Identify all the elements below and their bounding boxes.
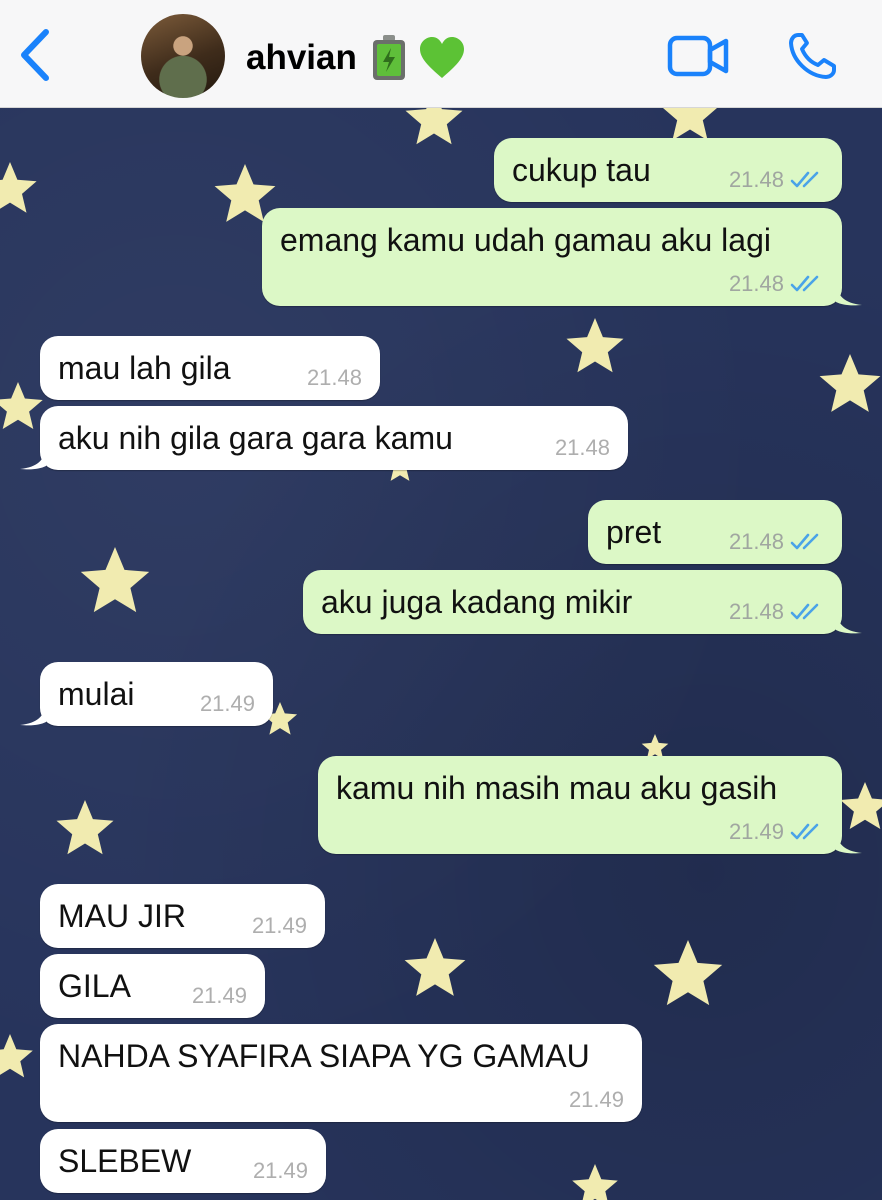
incoming-message-bubble[interactable]: NAHDA SYAFIRA SIAPA YG GAMAU 21.49 [40, 1024, 642, 1122]
chat-header: ahvian [0, 0, 882, 108]
message-timestamp: 21.49 [252, 914, 307, 938]
message-time: 21.48 [554, 435, 610, 460]
outgoing-message-bubble[interactable]: kamu nih masih mau aku gasih 21.49 [318, 756, 862, 854]
message-timestamp: 21.48 [555, 436, 610, 460]
read-receipt-icon [790, 533, 819, 550]
message-timestamp: 21.48 [729, 600, 824, 624]
message-timestamp: 21.48 [729, 272, 824, 296]
star-decoration [0, 1034, 33, 1078]
avatar[interactable] [141, 14, 225, 98]
star-decoration [819, 354, 881, 412]
star-decoration [572, 1164, 618, 1200]
message-time: 21.48 [728, 271, 784, 296]
read-receipt-icon [790, 823, 819, 840]
message-text: aku juga kadang mikir [321, 584, 633, 620]
message-timestamp: 21.48 [307, 366, 362, 390]
star-decoration [405, 108, 463, 145]
bubble-tail [20, 448, 46, 470]
star-decoration [0, 162, 37, 213]
star-decoration [56, 800, 114, 855]
message-time: 21.48 [306, 365, 362, 390]
message-text: cukup tau [512, 152, 651, 188]
voice-call-button[interactable] [784, 30, 840, 82]
video-call-button[interactable] [662, 30, 734, 82]
message-timestamp: 21.49 [729, 820, 824, 844]
message-text: mulai [58, 676, 135, 712]
read-receipt-icon [790, 275, 819, 292]
bubble-tail [836, 832, 862, 854]
incoming-message-bubble[interactable]: GILA 21.49 [40, 954, 265, 1018]
star-decoration [663, 108, 717, 141]
outgoing-message-bubble[interactable]: aku juga kadang mikir 21.48 [303, 570, 862, 634]
star-decoration [653, 940, 723, 1006]
chevron-left-icon [21, 29, 49, 81]
message-time: 21.48 [728, 599, 784, 624]
message-time: 21.48 [728, 167, 784, 192]
message-time: 21.49 [199, 691, 255, 716]
message-text: GILA [58, 968, 131, 1004]
green-heart-icon [420, 37, 464, 78]
bubble-tail [836, 612, 862, 634]
chat-area[interactable]: cukup tau 21.48 emang kamu udah gamau aku … [0, 108, 882, 1200]
message-time: 21.49 [191, 983, 247, 1008]
message-timestamp: 21.48 [729, 530, 824, 554]
incoming-message-bubble[interactable]: mau lah gila 21.48 [40, 336, 380, 400]
bubble-tail [836, 284, 862, 306]
message-timestamp: 21.49 [253, 1159, 308, 1183]
read-receipt-icon [790, 603, 819, 620]
outgoing-message-bubble[interactable]: emang kamu udah gamau aku lagi 21.48 [262, 208, 862, 306]
incoming-message-bubble[interactable]: mulai 21.49 [20, 662, 273, 726]
incoming-message-bubble[interactable]: SLEBEW 21.49 [40, 1129, 326, 1193]
back-button[interactable] [12, 24, 62, 86]
message-text: SLEBEW [58, 1143, 192, 1179]
video-camera-icon [667, 35, 729, 77]
star-decoration [840, 782, 882, 829]
message-text: emang kamu udah gamau aku lagi [280, 222, 771, 258]
contact-name[interactable]: ahvian [246, 36, 357, 80]
bubble-tail [20, 704, 46, 726]
message-time: 21.49 [728, 819, 784, 844]
battery-icon [373, 35, 405, 80]
message-time: 21.49 [251, 913, 307, 938]
message-timestamp: 21.49 [569, 1088, 624, 1112]
message-time: 21.49 [252, 1158, 308, 1183]
message-text: mau lah gila [58, 350, 231, 386]
message-timestamp: 21.49 [200, 692, 255, 716]
message-text: aku nih gila gara gara kamu [58, 420, 453, 456]
message-time: 21.49 [568, 1087, 624, 1112]
phone-icon [789, 33, 836, 79]
read-receipt-icon [790, 171, 819, 188]
incoming-message-bubble[interactable]: aku nih gila gara gara kamu 21.48 [20, 406, 628, 470]
outgoing-message-bubble[interactable]: pret 21.48 [588, 500, 842, 564]
message-text: kamu nih masih mau aku gasih [336, 770, 778, 806]
message-text: NAHDA SYAFIRA SIAPA YG GAMAU [58, 1038, 590, 1074]
star-decoration [80, 547, 150, 613]
message-text: MAU JIR [58, 898, 186, 934]
star-decoration [566, 318, 624, 373]
incoming-message-bubble[interactable]: MAU JIR 21.49 [40, 884, 325, 948]
message-text: pret [606, 514, 662, 550]
message-timestamp: 21.49 [192, 984, 247, 1008]
star-decoration [404, 938, 466, 996]
message-time: 21.48 [728, 529, 784, 554]
message-timestamp: 21.48 [729, 168, 824, 192]
star-decoration [0, 382, 43, 429]
outgoing-message-bubble[interactable]: cukup tau 21.48 [494, 138, 842, 202]
